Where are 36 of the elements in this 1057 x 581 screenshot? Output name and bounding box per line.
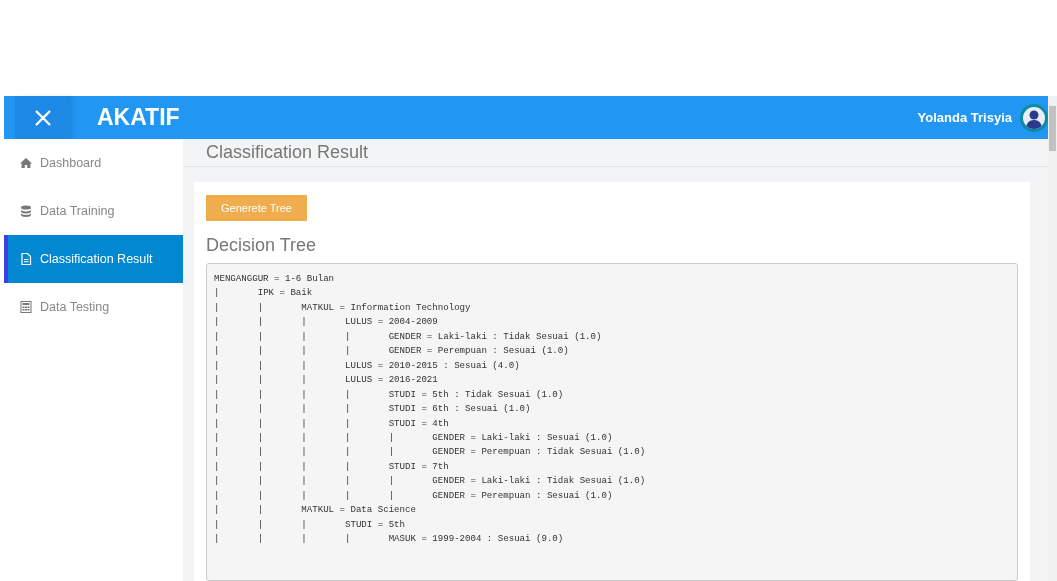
avatar-silhouette-icon[interactable]	[1020, 103, 1048, 132]
sidebar-item[interactable]: Data Training	[4, 187, 183, 235]
tree-line: | | MATKUL = Data Science	[214, 503, 417, 518]
page-title: Classification Result	[183, 139, 1048, 167]
scrollbar[interactable]	[1048, 96, 1057, 581]
sidebar-item[interactable]: Data Testing	[4, 283, 183, 331]
user-name[interactable]: Yolanda Trisyia	[917, 110, 1012, 125]
tree-line: | | | | STUDI = 7th	[214, 459, 450, 474]
tree-line: | | | LULUS = 2004-2009	[214, 315, 439, 330]
sidebar-item[interactable]: Dashboard	[4, 139, 183, 187]
close-icon	[34, 108, 52, 127]
tree-line: | | | | | GENDER = Perempuan : Sesuai (1.0)	[214, 488, 614, 503]
database-icon	[20, 205, 32, 217]
brand-name: AKATIF	[97, 104, 180, 131]
tree-line: | | | | | GENDER = Laki-laki : Sesuai (1.0)	[214, 431, 614, 445]
tree-line: | | | | STUDI = 6th : Sesuai (1.0)	[214, 402, 532, 417]
tree-line: | | | STUDI = 5th	[214, 517, 406, 532]
tree-line: | IPK = Baik	[214, 286, 314, 301]
tree-line: | | | LULUS = 2010-2015 : Sesuai (4.0)	[214, 358, 521, 373]
tree-line: | | MATKUL = Information Technology	[214, 300, 472, 315]
tree-line: | | | | STUDI = 4th	[214, 416, 450, 431]
calculator-icon	[20, 301, 32, 313]
document-icon	[20, 253, 32, 265]
tree-line: | | | | | GENDER = Perempuan : Tidak Sesuai (1.0)	[214, 445, 647, 460]
tree-line: | | | | | GENDER = Laki-laki : Tidak Sesuai (1.0)	[214, 474, 647, 489]
sidebar-item[interactable]: Classification Result	[4, 235, 183, 283]
tree-line: | | | | GENDER = Perempuan : Sesuai (1.0)	[214, 344, 570, 359]
tree-line: | | | | STUDI = 5th : Tidak Sesuai (1.0)	[214, 387, 565, 402]
close-button[interactable]	[15, 96, 71, 139]
tree-line: | | | | MASUK = 1999-2004 : Sesuai (9.0)	[214, 532, 565, 547]
tree-line: | | | | GENDER = Laki-laki : Tidak Sesuai (1.0)	[214, 329, 603, 344]
section-heading: Decision Tree	[206, 235, 318, 256]
generate-tree-button[interactable]: Generete Tree	[206, 195, 307, 221]
tree-line: | | | LULUS = 2016-2021	[214, 373, 439, 388]
tree-line: MENGANGGUR = 1-6 Bulan	[214, 272, 336, 286]
home-icon	[20, 157, 32, 169]
